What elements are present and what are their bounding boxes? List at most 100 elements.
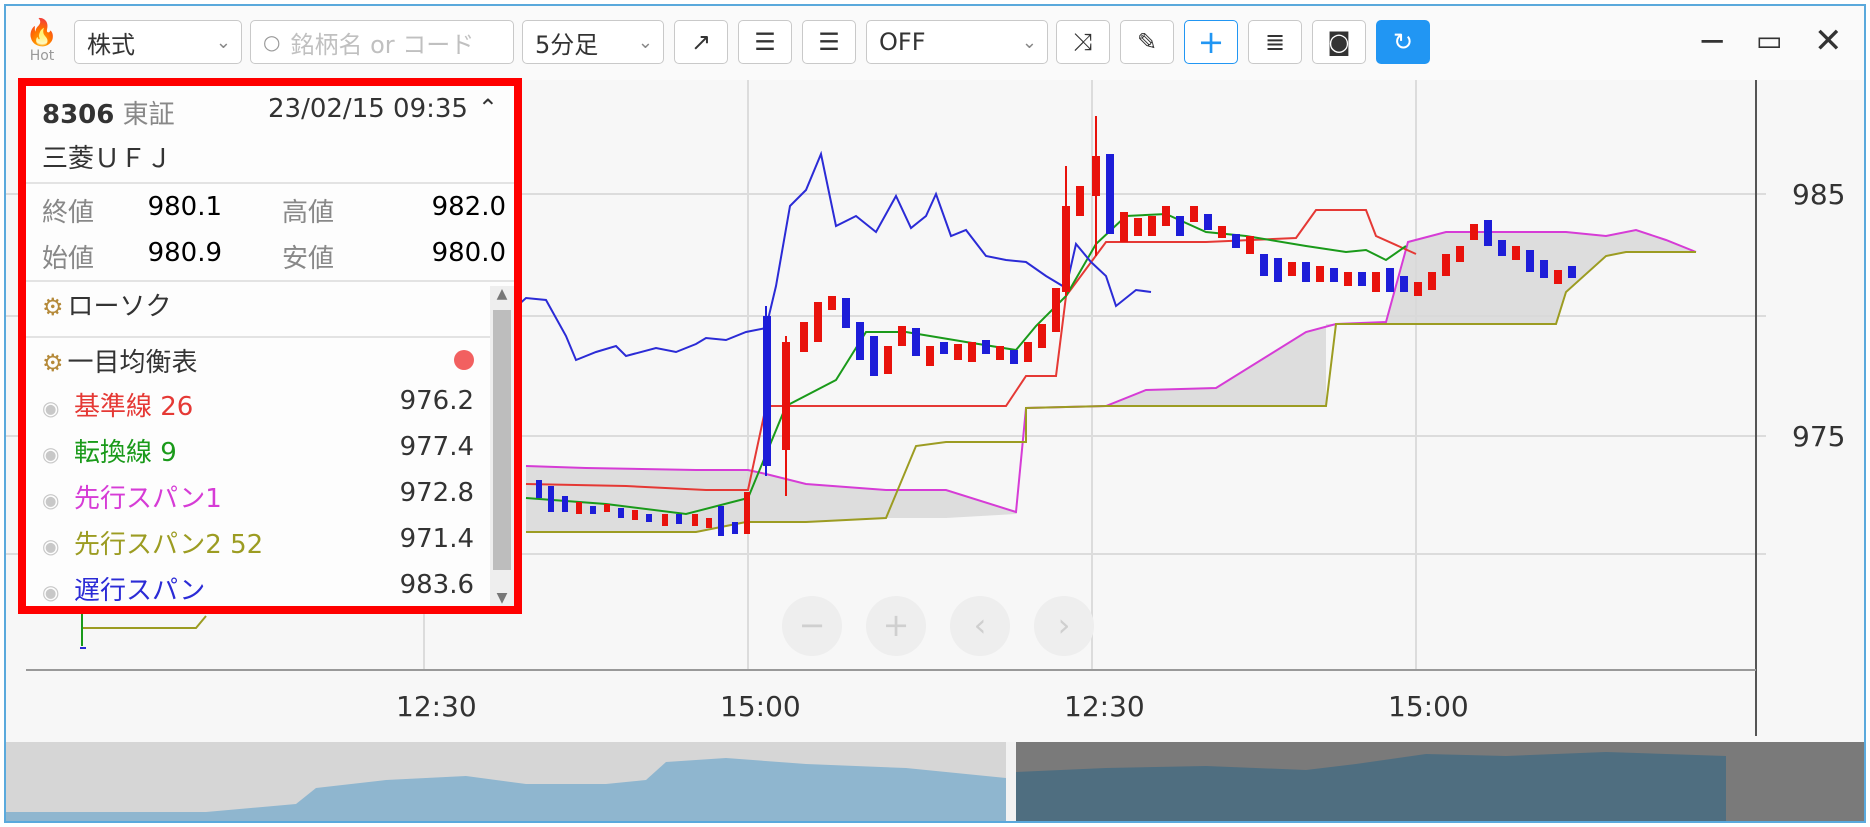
scroll-left-button[interactable]: ‹ <box>950 596 1010 656</box>
collapse-icon[interactable]: ⌃ <box>478 94 498 122</box>
candle <box>1414 282 1422 296</box>
scroll-right-button[interactable]: › <box>1034 596 1094 656</box>
candle <box>1554 270 1562 284</box>
candle <box>1526 250 1534 272</box>
indicator-line-label: 基準線 26 <box>74 392 194 422</box>
candle <box>1512 246 1520 260</box>
candle <box>744 492 750 534</box>
stock-name: 三菱ＵＦＪ <box>42 144 173 174</box>
candle <box>1204 214 1212 230</box>
x-tick-label: 12:30 <box>1064 690 1145 723</box>
candle <box>1428 272 1436 290</box>
candle <box>982 340 990 354</box>
candle <box>926 346 934 366</box>
candle <box>1372 272 1380 292</box>
navigator[interactable] <box>6 742 1864 821</box>
high-label: 高値 <box>282 198 335 228</box>
candle <box>646 514 652 522</box>
candle <box>996 346 1004 360</box>
zoom-in-button[interactable]: + <box>866 596 926 656</box>
candle <box>842 298 850 328</box>
candle <box>898 326 906 346</box>
indicator-line-row: ◉ 転換線 9 977.4 <box>42 432 474 469</box>
eye-icon[interactable]: ◉ <box>42 396 74 420</box>
eye-icon[interactable]: ◉ <box>42 580 74 604</box>
candle <box>562 496 568 512</box>
candle <box>618 508 624 518</box>
candle <box>1568 266 1576 278</box>
ichimoku-settings-row[interactable]: ⚙ 一目均衡表 <box>42 342 474 379</box>
candle <box>1062 206 1070 292</box>
low-label: 安値 <box>282 244 335 274</box>
stock-code: 8306 <box>42 100 115 130</box>
eye-icon[interactable]: ◉ <box>42 442 74 466</box>
ichimoku-label: 一目均衡表 <box>67 348 198 378</box>
scrollbar-thumb[interactable] <box>493 310 511 570</box>
x-tick-label: 12:30 <box>396 690 477 723</box>
candle <box>1316 266 1324 282</box>
eye-icon[interactable]: ◉ <box>42 488 74 512</box>
datetime-label: 23/02/15 09:35 <box>268 94 468 124</box>
candle <box>1260 254 1268 276</box>
zoom-out-button[interactable]: − <box>782 596 842 656</box>
indicator-line-label: 遅行スパン <box>74 576 206 606</box>
indicator-line-row: ◉ 基準線 26 976.2 <box>42 386 474 423</box>
indicator-line-label: 転換線 9 <box>74 438 177 468</box>
indicator-line-value: 971.4 <box>399 524 474 554</box>
indicator-line-value: 976.2 <box>399 386 474 416</box>
gear-icon[interactable]: ⚙ <box>42 349 64 377</box>
candle <box>706 518 712 528</box>
candle <box>940 342 948 354</box>
indicator-line-row: ◉ 遅行スパン 983.6 <box>42 570 474 607</box>
remove-indicator-dot[interactable] <box>454 350 474 370</box>
candle <box>968 342 976 362</box>
candle <box>662 514 668 526</box>
navigator-graph <box>6 742 1864 821</box>
candle <box>1288 262 1296 276</box>
candle <box>782 342 790 450</box>
plus-icon: + <box>882 606 910 644</box>
scroll-up-icon[interactable]: ▲ <box>490 286 514 302</box>
panel-scrollbar[interactable]: ▲ ▼ <box>490 286 514 606</box>
candle <box>1076 186 1084 216</box>
candle <box>1134 218 1142 236</box>
candle <box>1540 260 1548 278</box>
candle <box>1358 272 1366 286</box>
candle <box>828 296 836 310</box>
candle <box>1038 324 1046 348</box>
ichimoku-cloud <box>526 230 1696 532</box>
indicator-line-value: 972.8 <box>399 478 474 508</box>
candle-settings-row[interactable]: ⚙ ローソク <box>42 286 498 323</box>
candle <box>1092 156 1100 196</box>
candle <box>1190 206 1198 222</box>
exchange-label: 東証 <box>122 100 175 130</box>
candle <box>604 504 610 512</box>
candle <box>1106 154 1114 234</box>
high-value: 982.0 <box>431 192 506 222</box>
x-tick-label: 15:00 <box>1388 690 1469 723</box>
candle <box>1484 220 1492 246</box>
candle <box>632 510 638 520</box>
minus-icon: − <box>798 606 826 644</box>
indicator-line-row: ◉ 先行スパン1 972.8 <box>42 478 474 515</box>
candle <box>1246 236 1254 254</box>
scroll-down-icon[interactable]: ▼ <box>490 590 514 606</box>
candle <box>676 514 682 524</box>
candle <box>884 346 892 374</box>
candle <box>718 506 724 536</box>
gear-icon[interactable]: ⚙ <box>42 293 64 321</box>
candle <box>1498 240 1506 256</box>
divider <box>26 182 514 184</box>
indicator-line-label: 先行スパン1 <box>74 484 222 514</box>
candle <box>800 322 808 352</box>
candle <box>870 336 878 376</box>
candle <box>814 302 822 342</box>
x-tick-label: 15:00 <box>720 690 801 723</box>
eye-icon[interactable]: ◉ <box>42 534 74 558</box>
chevron-left-icon: ‹ <box>973 606 987 644</box>
divider <box>26 336 490 338</box>
info-header: 8306 東証 23/02/15 09:35 ⌃ <box>42 94 498 131</box>
candle <box>1442 254 1450 276</box>
candle <box>1470 224 1478 240</box>
close-value: 980.1 <box>147 192 222 222</box>
